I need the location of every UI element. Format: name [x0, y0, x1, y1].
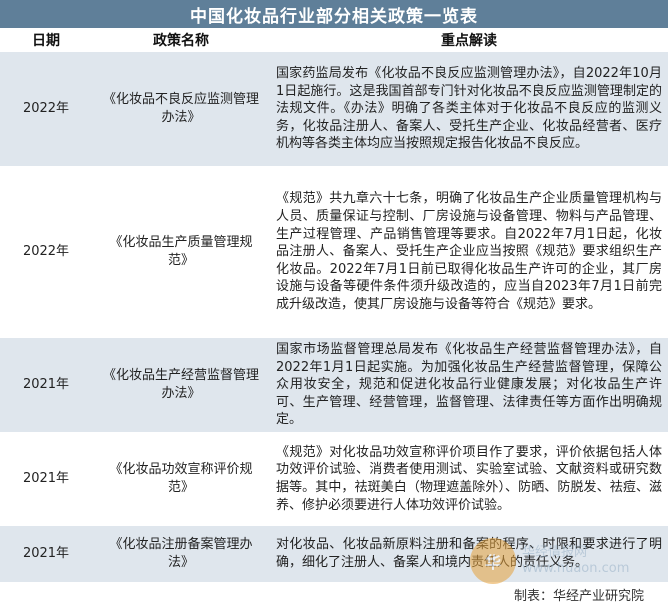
cell-date: 2021年 [22, 377, 70, 393]
cell-date: 2022年 [22, 101, 70, 117]
table-row: 2021年 《化妆品注册备案管理办法》 对化妆品、化妆品新原料注册和备案的程序、… [0, 526, 668, 584]
table-header: 日期 政策名称 重点解读 [0, 28, 668, 53]
cell-date: 2021年 [22, 471, 70, 487]
cell-desc: 国家市场监督管理总局发布《化妆品生产经营监督管理办法》，自2022年1月1日起实… [276, 342, 662, 428]
table-row: 2022年 《化妆品不良反应监测管理办法》 国家药监局发布《化妆品不良反应监测管… [0, 52, 668, 168]
table-title: 中国化妆品行业部分相关政策一览表 [0, 0, 668, 28]
policy-table-page: 中国化妆品行业部分相关政策一览表 日期 政策名称 重点解读 2022年 《化妆品… [0, 0, 668, 604]
header-name: 政策名称 [153, 33, 209, 49]
cell-name: 《化妆品生产经营监督管理办法》 [102, 368, 259, 401]
cell-desc: 国家药监局发布《化妆品不良反应监测管理办法》，自2022年10月1日起施行。这是… [276, 66, 662, 152]
cell-name: 《化妆品生产质量管理规范》 [109, 235, 253, 268]
cell-date: 2022年 [22, 244, 70, 260]
table-row: 2021年 《化妆品功效宣称评价规范》 《规范》对化妆品功效宣称评价项目作了要求… [0, 434, 668, 526]
cell-desc: 《规范》对化妆品功效宣称评价项目作了要求，评价依据包括人体功效评价试验、消费者使… [276, 444, 662, 513]
source-note: 制表：华经产业研究院 [513, 588, 644, 604]
cell-name: 《化妆品功效宣称评价规范》 [109, 462, 253, 495]
cell-name: 《化妆品不良反应监测管理办法》 [102, 92, 259, 125]
table-row: 2022年 《化妆品生产质量管理规范》 《规范》共九章六十七条，明确了化妆品生产… [0, 168, 668, 338]
table-body: 2022年 《化妆品不良反应监测管理办法》 国家药监局发布《化妆品不良反应监测管… [0, 52, 668, 584]
cell-desc: 《规范》共九章六十七条，明确了化妆品生产企业质量管理机构与人员、质量保证与控制、… [276, 191, 662, 312]
cell-desc: 对化妆品、化妆品新原料注册和备案的程序、时限和要求进行了明确，细化了注册人、备案… [276, 537, 662, 570]
header-date: 日期 [32, 33, 60, 49]
cell-date: 2021年 [22, 546, 70, 562]
table-row: 2021年 《化妆品生产经营监督管理办法》 国家市场监督管理总局发布《化妆品生产… [0, 338, 668, 434]
header-desc: 重点解读 [441, 33, 497, 49]
cell-name: 《化妆品注册备案管理办法》 [109, 537, 253, 570]
